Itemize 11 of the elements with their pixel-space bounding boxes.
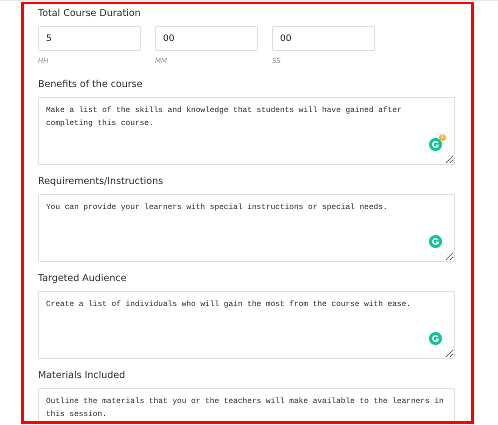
field-label: Targeted Audience xyxy=(38,273,128,285)
field-label: Materials Included xyxy=(38,370,126,382)
field-label: Requirements/Instructions xyxy=(38,176,164,188)
time-input[interactable]: 00 xyxy=(155,26,258,51)
time-input[interactable]: 5 xyxy=(38,26,141,51)
field-label: Total Course Duration xyxy=(38,8,142,20)
grammar-check-icon[interactable] xyxy=(429,235,442,248)
grammar-check-icon[interactable] xyxy=(429,332,442,345)
field-label: Benefits of the course xyxy=(38,79,144,91)
time-input[interactable]: 00 xyxy=(272,26,375,51)
grammar-check-icon[interactable] xyxy=(429,138,442,151)
